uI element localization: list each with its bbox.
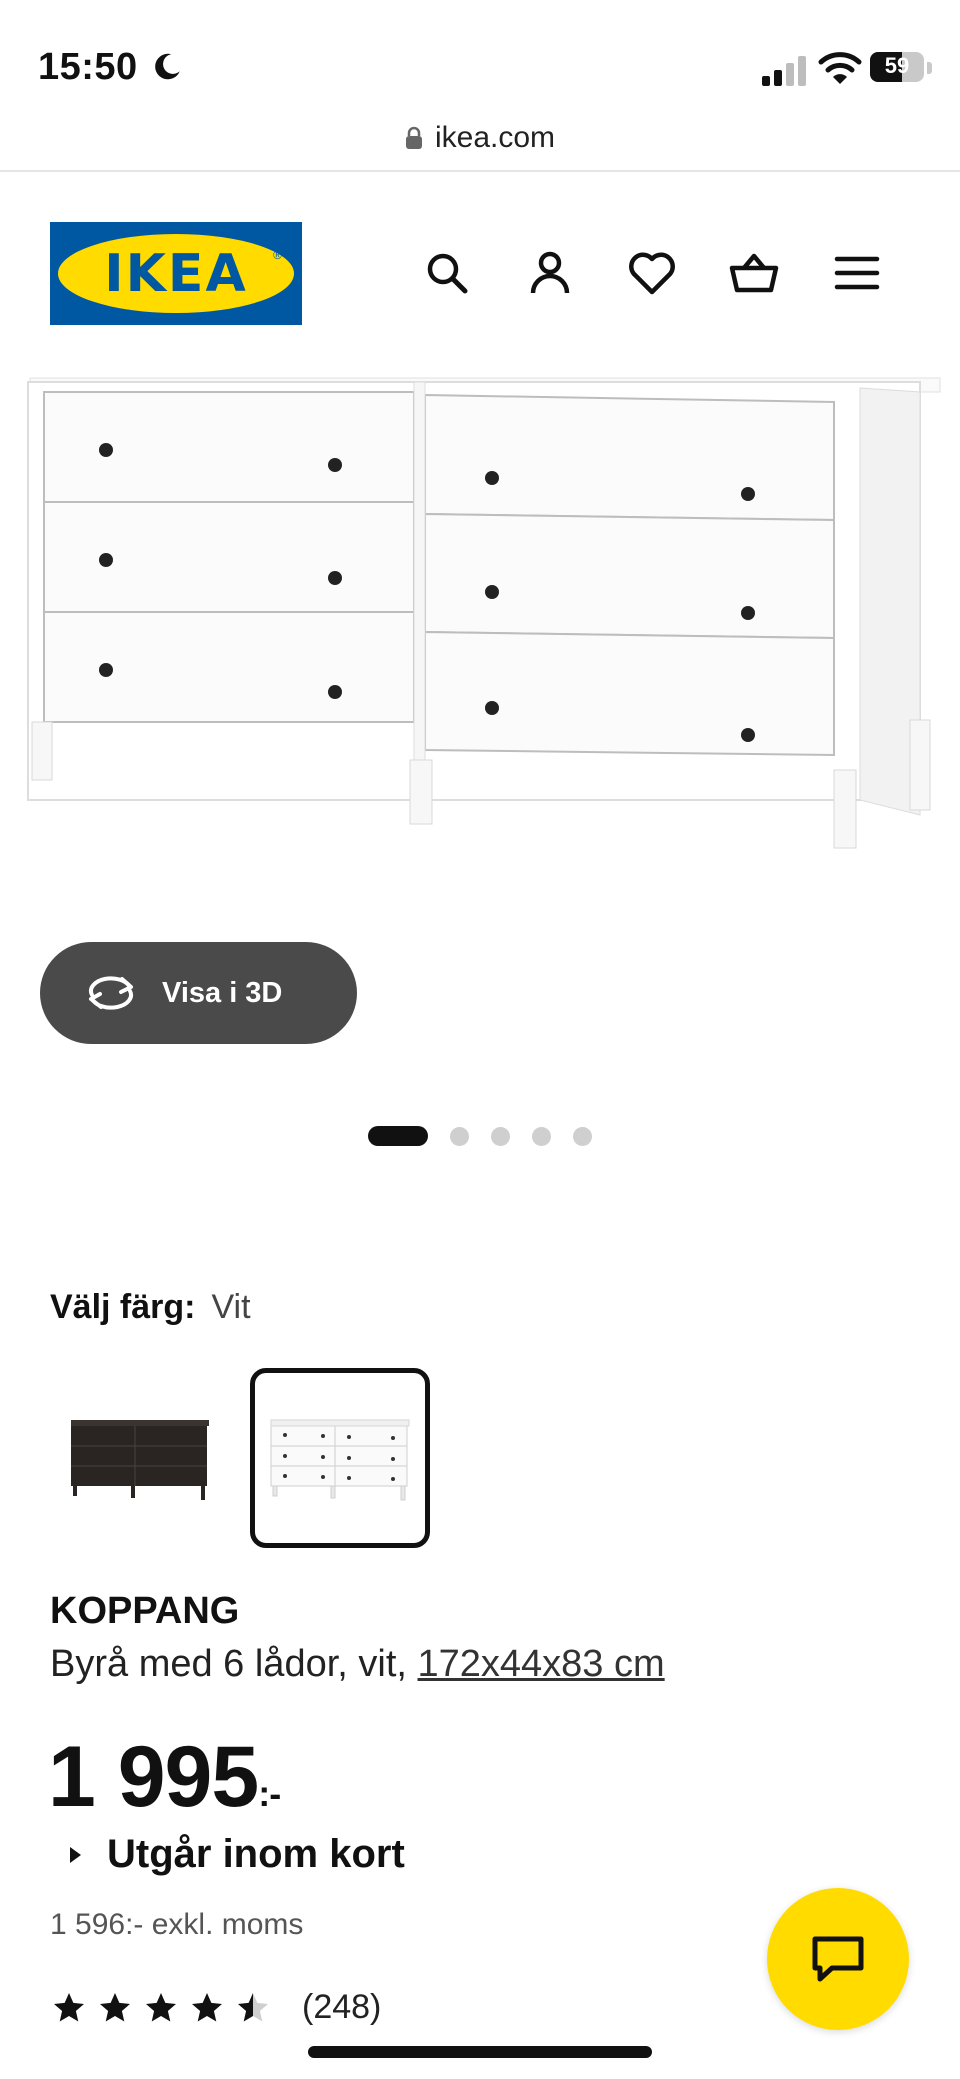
status-time: 15:50 xyxy=(38,46,138,88)
account-icon[interactable] xyxy=(523,246,577,300)
logo-text: IKEA xyxy=(104,243,248,304)
menu-icon[interactable] xyxy=(830,246,884,300)
carousel-dot[interactable] xyxy=(532,1126,551,1146)
color-swatch-black-brown[interactable] xyxy=(50,1368,230,1548)
star-full-icon xyxy=(146,1992,176,2021)
view-in-3d-label: Visa i 3D xyxy=(162,976,283,1009)
selected-color-value: Vit xyxy=(211,1288,251,1326)
color-swatch-white-selected[interactable] xyxy=(250,1368,430,1548)
browser-divider xyxy=(0,170,960,172)
price-amount: 1 995 xyxy=(48,1729,259,1825)
expand-triangle-icon xyxy=(70,1846,81,1863)
ikea-logo[interactable]: IKEA ® xyxy=(50,222,302,325)
star-full-icon xyxy=(192,1992,222,2021)
star-full-icon xyxy=(54,1992,84,2021)
search-icon[interactable] xyxy=(420,246,474,300)
browser-url-bar[interactable]: ikea.com xyxy=(0,108,960,168)
product-name: KOPPANG xyxy=(50,1590,240,1632)
carousel-dot[interactable] xyxy=(368,1126,428,1146)
rotate-3d-icon xyxy=(89,976,133,1010)
view-in-3d-button[interactable]: Visa i 3D xyxy=(40,942,357,1044)
product-price: 1 995:- xyxy=(48,1728,281,1827)
swatch-image-black-brown xyxy=(71,1420,209,1500)
do-not-disturb-moon-icon xyxy=(155,53,180,80)
review-count: (248) xyxy=(302,1988,382,2026)
url-text: ikea.com xyxy=(434,121,556,154)
battery-percentage: 59 xyxy=(884,53,910,78)
swatch-image-white xyxy=(270,1419,410,1501)
product-description: Byrå med 6 lådor, vit, 172x44x83 cm xyxy=(50,1643,665,1685)
lock-icon xyxy=(405,126,422,149)
star-half-icon xyxy=(238,1992,268,2021)
star-full-icon xyxy=(100,1992,130,2021)
cellular-signal-icon xyxy=(762,56,806,86)
wifi-icon xyxy=(818,52,862,84)
color-selector-label: Välj färg: Vit xyxy=(50,1288,251,1326)
carousel-dot[interactable] xyxy=(491,1126,510,1146)
battery-indicator: 59 xyxy=(870,50,934,86)
carousel-dot[interactable] xyxy=(573,1126,592,1146)
price-excluding-vat: 1 596:- exkl. moms xyxy=(50,1908,304,1941)
product-dimensions-link[interactable]: 172x44x83 cm xyxy=(418,1643,665,1685)
product-image-white-dresser[interactable] xyxy=(0,370,960,950)
price-suffix: :- xyxy=(258,1773,281,1814)
image-carousel-indicator xyxy=(368,1126,592,1146)
availability-text: Utgår inom kort xyxy=(107,1832,405,1876)
product-rating[interactable]: (248) xyxy=(50,1988,381,2027)
shopping-basket-icon[interactable] xyxy=(727,246,781,300)
chat-button[interactable] xyxy=(767,1888,909,2030)
favorites-heart-icon[interactable] xyxy=(625,246,679,300)
chat-bubble-icon xyxy=(812,1936,864,1982)
availability-toggle[interactable]: Utgår inom kort xyxy=(70,1832,405,1877)
home-indicator[interactable] xyxy=(308,2046,652,2058)
carousel-dot[interactable] xyxy=(450,1126,469,1146)
